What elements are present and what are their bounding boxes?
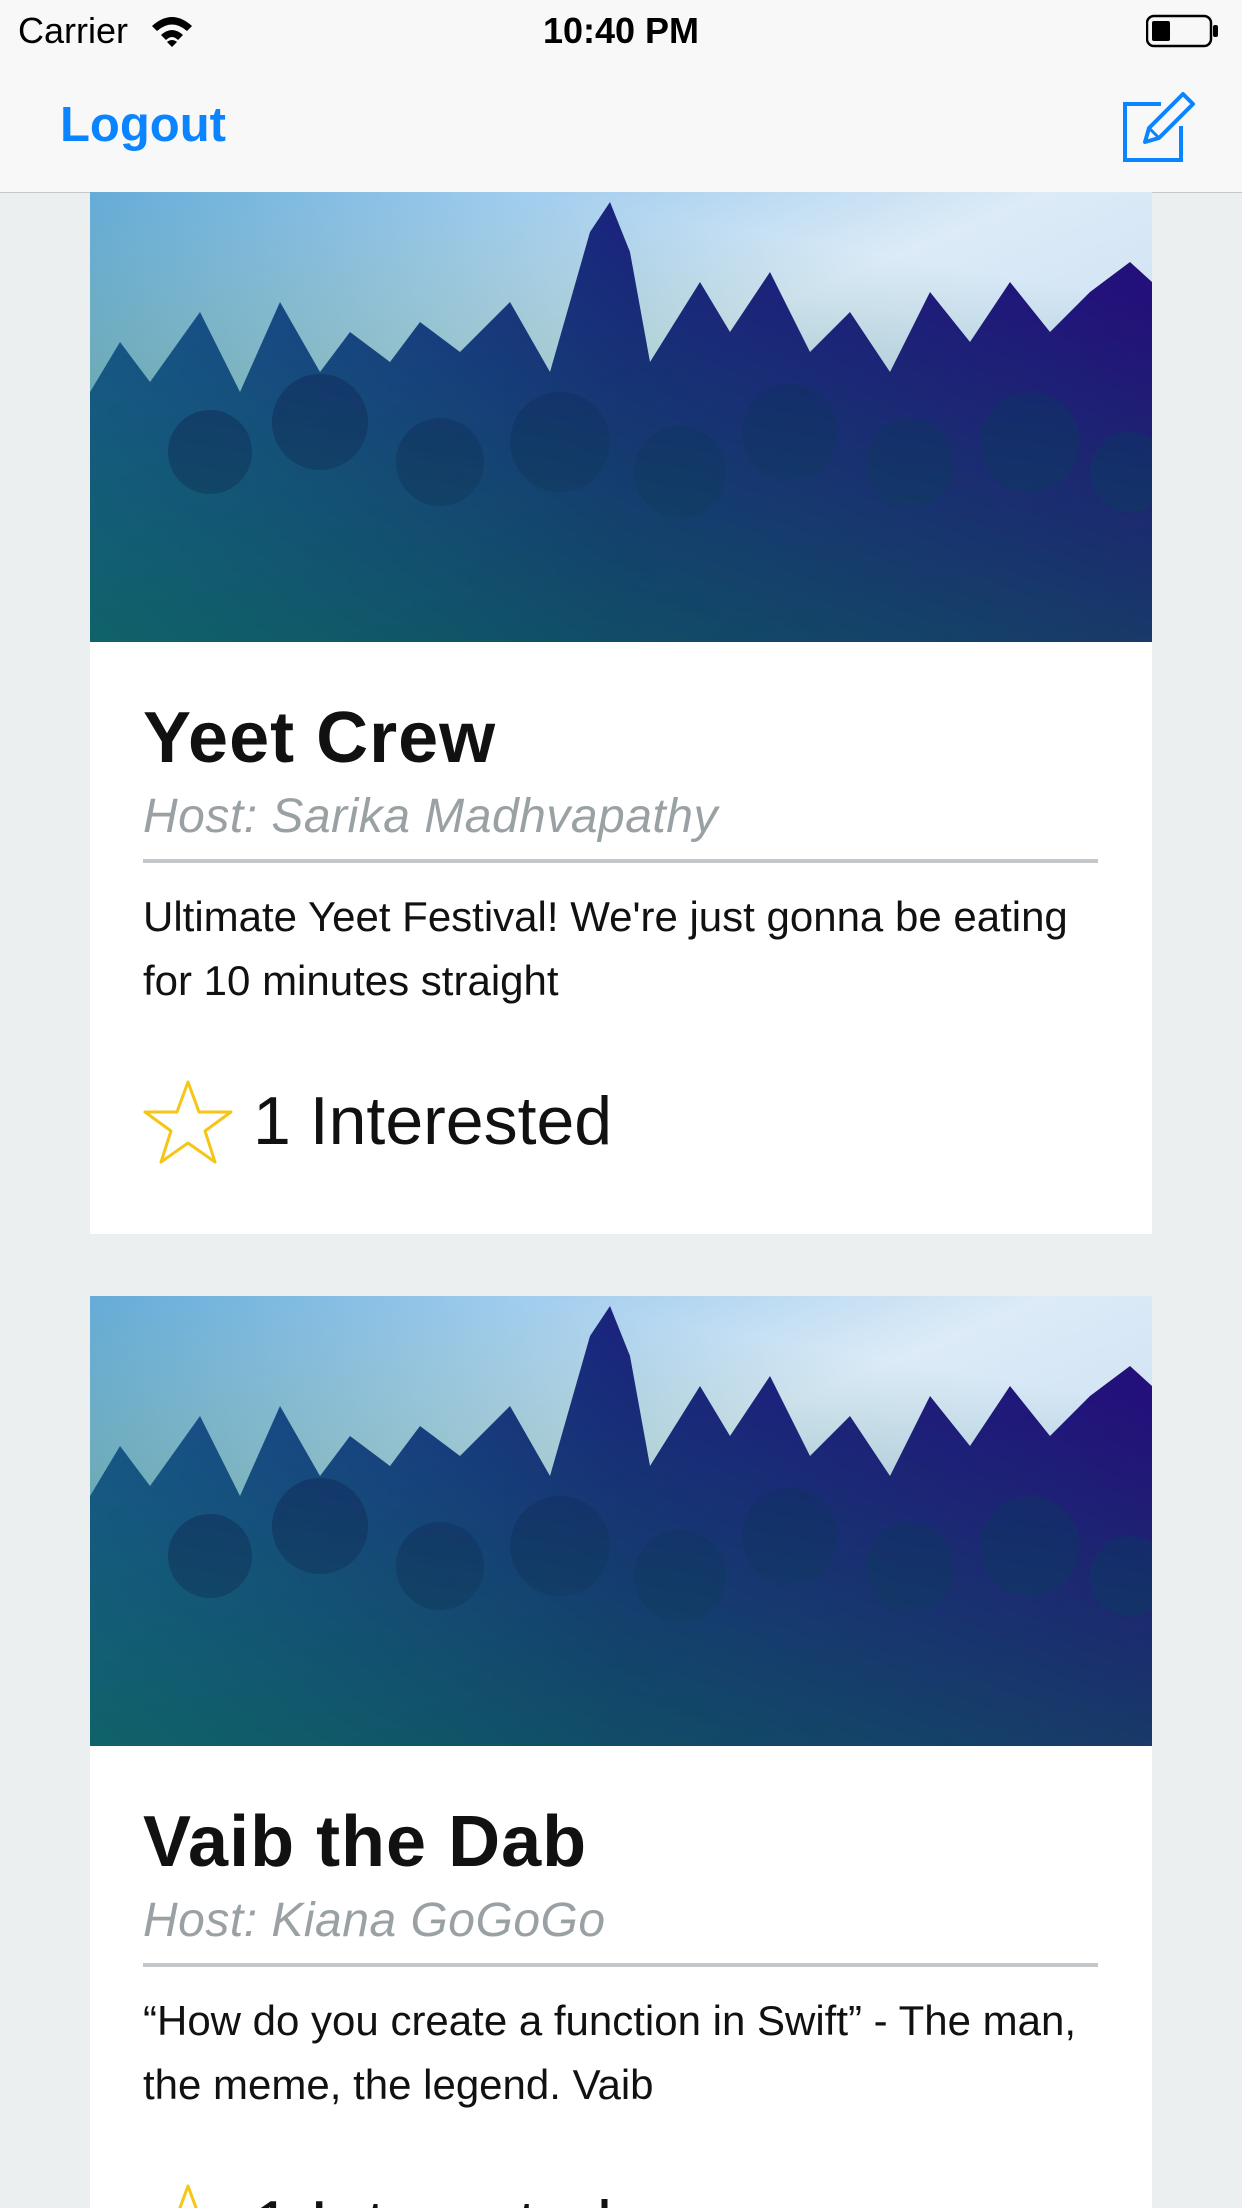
event-description: “How do you create a function in Swift” … — [143, 1997, 1076, 2108]
star-icon[interactable] — [143, 2182, 233, 2208]
event-description: Ultimate Yeet Festival! We're just gonna… — [143, 893, 1068, 1004]
divider — [143, 859, 1098, 863]
event-host: Host: Sarika Madhvapathy — [143, 790, 718, 843]
status-bar: Carrier 10:40 PM — [0, 0, 1242, 62]
logout-button[interactable]: Logout — [60, 97, 226, 153]
event-card[interactable]: Yeet Crew Host: Sarika Madhvapathy Ultim… — [90, 192, 1152, 1234]
event-image — [90, 192, 1152, 642]
event-title: Vaib the Dab — [143, 1802, 588, 1882]
battery-icon — [1146, 14, 1218, 48]
divider — [143, 1963, 1098, 1967]
clock: 10:40 PM — [542, 10, 700, 51]
event-feed[interactable]: Yeet Crew Host: Sarika Madhvapathy Ultim… — [0, 192, 1242, 2208]
event-card[interactable]: Vaib the Dab Host: Kiana GoGoGo “How do … — [90, 1296, 1152, 2208]
compose-icon[interactable] — [1121, 90, 1197, 164]
event-image — [90, 1296, 1152, 1746]
star-icon[interactable] — [143, 1078, 233, 1166]
event-host: Host: Kiana GoGoGo — [143, 1894, 606, 1947]
interested-count: 1 Interested — [253, 2186, 612, 2208]
interested-count: 1 Interested — [253, 1083, 613, 1159]
event-title: Yeet Crew — [143, 698, 497, 778]
navigation-bar: Logout — [0, 62, 1242, 193]
